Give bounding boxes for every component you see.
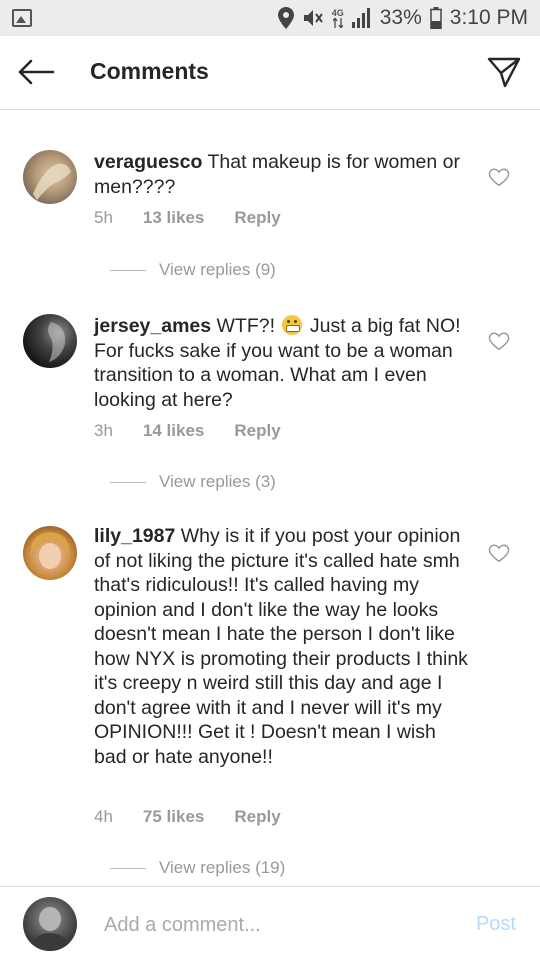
reply-button[interactable]: Reply xyxy=(234,807,280,827)
comment-username[interactable]: veraguesco xyxy=(94,151,202,173)
comment-item: lily_1987 Why is it if you post your opi… xyxy=(0,524,540,884)
grimacing-face-icon xyxy=(282,315,303,335)
view-replies-label: View replies (3) xyxy=(159,472,276,491)
comment-time: 5h xyxy=(94,208,113,227)
add-comment-bar: Post xyxy=(0,886,540,960)
divider xyxy=(110,269,146,271)
view-replies-button[interactable]: View replies (3) xyxy=(110,472,276,492)
location-icon xyxy=(277,7,294,29)
network-label: 4G xyxy=(331,7,344,18)
comment-item: veraguesco That makeup is for women or m… xyxy=(0,148,540,288)
comment-username[interactable]: lily_1987 xyxy=(94,525,175,547)
signal-icon xyxy=(351,8,372,28)
status-icons: 4G 33% 3:10 PM xyxy=(277,0,528,36)
comment-time: 3h xyxy=(94,421,113,440)
heart-icon[interactable] xyxy=(488,166,510,188)
divider xyxy=(110,481,146,483)
comment-text: jersey_ames WTF?! Just a big fat NO! For… xyxy=(94,314,472,412)
comment-meta: 5h 13 likes Reply xyxy=(94,208,281,228)
mute-icon xyxy=(302,8,324,28)
gallery-icon xyxy=(12,9,32,27)
comment-likes[interactable]: 13 likes xyxy=(143,208,204,228)
comment-text: lily_1987 Why is it if you post your opi… xyxy=(94,524,472,769)
divider xyxy=(110,867,146,869)
share-button[interactable] xyxy=(484,52,524,92)
avatar[interactable] xyxy=(23,150,77,204)
comment-content-start: WTF?! xyxy=(216,315,276,337)
heart-icon[interactable] xyxy=(488,542,510,564)
back-arrow-icon xyxy=(18,59,55,85)
reply-button[interactable]: Reply xyxy=(234,208,280,228)
comment-meta: 4h 75 likes Reply xyxy=(94,807,281,827)
comment-input[interactable] xyxy=(104,911,444,939)
comment-username[interactable]: jersey_ames xyxy=(94,315,211,337)
status-bar: 4G 33% 3:10 PM xyxy=(0,0,540,36)
view-replies-button[interactable]: View replies (9) xyxy=(110,260,276,280)
avatar[interactable] xyxy=(23,526,77,580)
comment-meta: 3h 14 likes Reply xyxy=(94,421,281,441)
battery-percent: 33% xyxy=(379,6,422,29)
comment-time: 4h xyxy=(94,807,113,826)
clock: 3:10 PM xyxy=(449,6,528,29)
comment-likes[interactable]: 75 likes xyxy=(143,807,204,827)
avatar[interactable] xyxy=(23,314,77,368)
view-replies-label: View replies (19) xyxy=(159,858,286,877)
battery-icon xyxy=(430,7,442,29)
comment-likes[interactable]: 14 likes xyxy=(143,421,204,441)
back-button[interactable] xyxy=(14,54,58,90)
current-user-avatar xyxy=(23,897,77,951)
post-button[interactable]: Post xyxy=(476,913,516,936)
send-icon xyxy=(487,57,521,88)
heart-icon[interactable] xyxy=(488,330,510,352)
comment-content: Why is it if you post your opinion of no… xyxy=(94,525,468,768)
page-title: Comments xyxy=(90,58,209,84)
comments-header: Comments xyxy=(0,36,540,110)
comment-item: jersey_ames WTF?! Just a big fat NO! For… xyxy=(0,312,540,502)
view-replies-label: View replies (9) xyxy=(159,260,276,279)
reply-button[interactable]: Reply xyxy=(234,421,280,441)
network-type-icon: 4G xyxy=(331,7,344,28)
comment-text: veraguesco That makeup is for women or m… xyxy=(94,150,472,199)
view-replies-button[interactable]: View replies (19) xyxy=(110,858,285,878)
